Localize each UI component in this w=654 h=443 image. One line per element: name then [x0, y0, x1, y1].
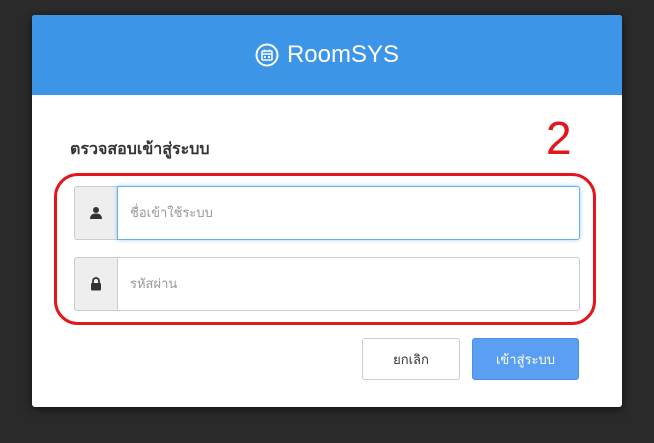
calendar-clock-icon	[255, 43, 279, 67]
password-input[interactable]	[117, 257, 580, 311]
lock-icon	[74, 257, 117, 311]
password-input-group	[74, 257, 580, 311]
modal-header: RoomSYS	[32, 15, 622, 95]
login-button[interactable]: เข้าสู่ระบบ	[472, 338, 579, 380]
cancel-button[interactable]: ยกเลิก	[362, 338, 460, 380]
login-heading: ตรวจสอบเข้าสู่ระบบ	[70, 139, 210, 158]
username-input-group	[74, 186, 580, 240]
user-icon	[74, 186, 117, 240]
app-title: RoomSYS	[286, 41, 400, 68]
username-input[interactable]	[117, 186, 580, 240]
annotation-number: 2	[546, 112, 572, 164]
login-modal: RoomSYS ตรวจสอบเข้าสู่ระบบ 2 ยกเลิก เข้า…	[32, 15, 622, 407]
